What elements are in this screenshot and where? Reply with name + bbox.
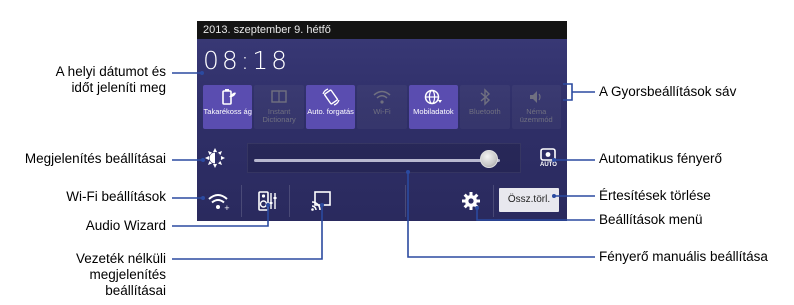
quick-tile-label: Wi-Fi xyxy=(373,107,391,116)
quick-tile-auto-rotate[interactable]: Auto. forgatás xyxy=(305,85,356,129)
quick-tile-label: Takarékoss ág xyxy=(203,107,252,116)
settings-menu-button[interactable] xyxy=(449,185,493,217)
callout-quick-settings-bar: A Gyorsbeállítások sáv xyxy=(599,84,737,99)
wifi-settings-icon: + xyxy=(208,194,230,212)
auto-rotate-icon xyxy=(321,88,340,106)
divider xyxy=(289,185,290,217)
gear-icon xyxy=(462,192,480,210)
display-settings-button[interactable] xyxy=(197,143,233,173)
dictionary-icon xyxy=(271,90,287,103)
callout-display-settings: Megjelenítés beállításai xyxy=(24,151,166,166)
quick-tile-label: Néma üzemmód xyxy=(519,107,553,124)
callout-audio-wizard: Audio Wizard xyxy=(85,218,166,233)
callout-wireless-display: Vezeték nélküli megjelenítés beállításai xyxy=(75,251,166,298)
svg-text:+: + xyxy=(224,204,230,212)
divider xyxy=(241,185,242,217)
quick-tile-label: Instant Dictionary xyxy=(262,107,296,124)
wifi-icon xyxy=(373,90,391,104)
callout-settings-menu: Beállítások menü xyxy=(599,212,703,227)
brightness-thumb[interactable] xyxy=(480,150,499,168)
date-label: 2013. szeptember 9. hétfő xyxy=(197,21,567,39)
callout-wifi-settings: Wi-Fi beállítások xyxy=(66,189,166,204)
quick-tile-power-saver[interactable]: Takarékoss ág xyxy=(203,85,253,129)
brightness-slider[interactable] xyxy=(247,143,521,173)
cast-screen-icon xyxy=(311,191,331,211)
quick-tile-label: Auto. forgatás xyxy=(307,107,354,116)
quick-tile-silent-mode[interactable]: Néma üzemmód xyxy=(511,85,561,129)
callout-auto-brightness: Automatikus fényerő xyxy=(599,151,723,166)
quick-settings-panel: 2013. szeptember 9. hétfő 08:18 Takaréko… xyxy=(197,21,567,221)
clock: 08:18 xyxy=(203,46,291,75)
wifi-settings-button[interactable]: + xyxy=(197,185,241,217)
auto-brightness-button[interactable]: AUTO xyxy=(533,145,563,173)
power-saver-icon xyxy=(221,89,236,105)
quick-tile-label: Mobiladatok xyxy=(413,107,454,116)
callout-datetime: A helyi dátumot és időt jeleníti meg xyxy=(55,64,166,95)
quick-tile-label: Bluetooth xyxy=(468,107,501,116)
quick-tile-mobile-data[interactable]: Mobiladatok xyxy=(408,85,459,129)
callout-clear-notifications: Értesítések törlése xyxy=(599,188,711,203)
quick-tile-wifi[interactable]: Wi-Fi xyxy=(357,85,407,129)
brightness-row: AUTO xyxy=(197,139,567,175)
silent-mode-icon xyxy=(530,91,541,103)
quick-tile-instant-dictionary[interactable]: Instant Dictionary xyxy=(254,85,304,129)
divider xyxy=(493,185,494,217)
quick-settings-bar: Takarékoss ág Instant Dictionary Auto. f… xyxy=(203,85,561,129)
audio-wizard-button[interactable] xyxy=(245,185,289,217)
mobile-data-icon xyxy=(425,89,443,105)
audio-wizard-icon xyxy=(258,191,277,211)
auto-label: AUTO xyxy=(540,162,557,168)
divider xyxy=(405,185,406,217)
bluetooth-icon xyxy=(480,88,490,106)
brightness-track xyxy=(254,159,500,162)
bottom-bar: + Össz.törl. xyxy=(197,181,567,221)
wireless-display-button[interactable] xyxy=(299,185,343,217)
quick-tile-bluetooth[interactable]: Bluetooth xyxy=(460,85,510,129)
callout-manual-brightness: Fényerő manuális beállítása xyxy=(599,249,768,264)
clear-notifications-button[interactable]: Össz.törl. xyxy=(499,188,559,212)
brightness-icon xyxy=(205,148,225,168)
